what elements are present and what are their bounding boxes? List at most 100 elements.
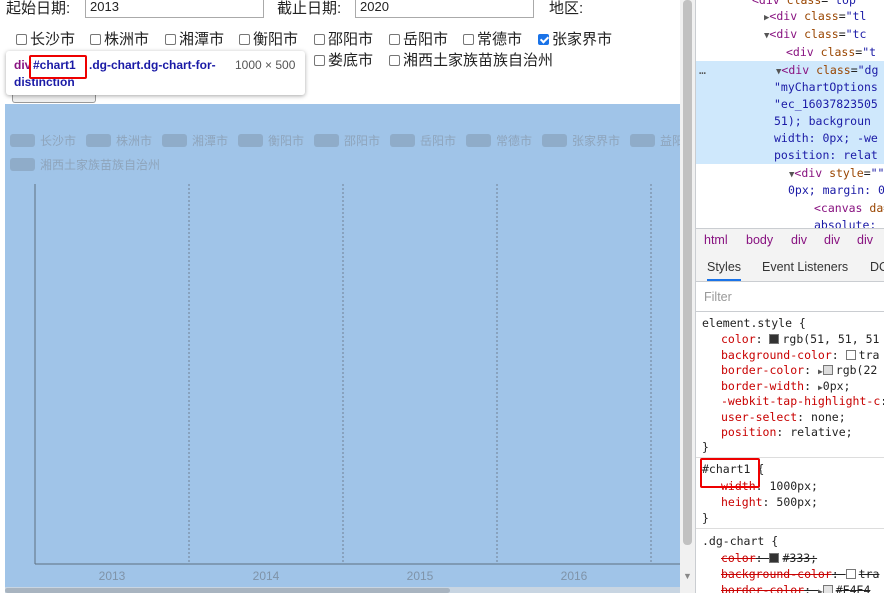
x-tick-label: 2013	[99, 569, 126, 583]
horizontal-scrollbar[interactable]	[5, 587, 680, 593]
checkbox-unchecked-icon[interactable]	[314, 34, 325, 45]
start-date-input[interactable]: 2013	[85, 0, 264, 18]
filter-placeholder: Filter	[704, 290, 732, 304]
region-checkbox-label: 常德市	[477, 31, 523, 48]
color-swatch-icon[interactable]	[822, 585, 833, 593]
page-scrollbar-thumb[interactable]	[683, 0, 692, 545]
style-declaration[interactable]: color: rgb(51, 51, 51	[721, 332, 879, 346]
color-swatch-icon[interactable]	[769, 334, 780, 344]
dom-node-line[interactable]: 0px; margin: 0	[788, 183, 884, 197]
chart-plot: 2013 2014 2015 2016	[34, 184, 680, 583]
color-swatch-icon[interactable]	[845, 349, 856, 360]
region-label: 地区:	[549, 0, 584, 17]
color-swatch-icon[interactable]	[822, 365, 833, 375]
element-style-selector: element.style {	[702, 316, 806, 330]
style-declaration-overridden[interactable]: background-color: tra	[721, 567, 879, 581]
tooltip-dims: 1000 × 500	[235, 58, 296, 72]
region-checkbox-r1-7[interactable]: 张家界市	[538, 28, 612, 49]
region-checkbox-label: 长沙市	[30, 31, 76, 48]
devtools-tabs: Styles Event Listeners DO	[696, 253, 884, 282]
dom-node-line[interactable]: width: 0px; -we	[774, 131, 878, 145]
style-declaration-overridden[interactable]: color: #333;	[721, 551, 817, 565]
region-checkbox-label: 张家界市	[552, 31, 613, 48]
checkbox-unchecked-icon[interactable]	[16, 34, 27, 45]
region-checkbox-r2-1[interactable]: 湘西土家族苗族自治州	[389, 49, 553, 70]
dom-node-line[interactable]: ▼<div class="tc	[764, 27, 866, 41]
region-checkbox-r1-6[interactable]: 常德市	[463, 28, 522, 49]
region-checkbox-r1-1[interactable]: 株洲市	[90, 28, 149, 49]
checkbox-unchecked-icon[interactable]	[239, 34, 250, 45]
style-declaration[interactable]: border-color: ▶ rgb(22	[721, 363, 877, 377]
checkbox-unchecked-icon[interactable]	[314, 55, 325, 66]
tooltip-classes: .dg-chart.dg-chart-for-	[89, 58, 216, 72]
devtools-panel: <div class="top ▶<div class="tl ▼<div clas…	[695, 0, 884, 593]
breadcrumb: html body div div div	[696, 228, 884, 254]
tab-styles[interactable]: Styles	[707, 260, 742, 281]
region-checkbox-label: 邵阳市	[328, 31, 374, 48]
dom-node-line[interactable]: <div class="t	[786, 45, 876, 59]
region-checkbox-label: 娄底市	[328, 52, 374, 69]
web-page: 起始日期: 2013 截止日期: 2020 地区: 长沙市 株洲市 湘潭市 衡阳市 邵阳…	[0, 0, 680, 593]
region-checkbox-r1-3[interactable]: 衡阳市	[239, 28, 298, 49]
dom-node-line[interactable]: ▼<div style=""	[789, 166, 884, 180]
breadcrumb-div-3[interactable]: div	[857, 233, 873, 247]
region-checkbox-label: 岳阳市	[403, 31, 449, 48]
dom-node-line[interactable]: "ec_16037823505	[774, 97, 878, 111]
end-date-label: 截止日期:	[277, 0, 342, 17]
rule-divider	[696, 528, 884, 529]
rule-close-brace: }	[702, 440, 709, 454]
style-declaration[interactable]: height: 500px;	[721, 495, 818, 509]
horizontal-scrollbar-thumb[interactable]	[5, 588, 450, 593]
checkbox-unchecked-icon[interactable]	[165, 34, 176, 45]
dom-node-line[interactable]: ▶<div class="tl	[764, 9, 866, 23]
annotation-box-chart1-rule	[700, 458, 760, 488]
checkbox-unchecked-icon[interactable]	[463, 34, 474, 45]
region-checkbox-label: 衡阳市	[253, 31, 299, 48]
region-checkbox-label: 湘西土家族苗族自治州	[403, 52, 554, 69]
page-vertical-scrollbar[interactable]: ▼	[680, 0, 695, 593]
style-declaration-overridden[interactable]: border-color: ▶ #E4E4	[721, 583, 870, 593]
rule-close-brace: }	[702, 511, 709, 525]
breadcrumb-div-1[interactable]: div	[791, 233, 807, 247]
dg-chart-rule-selector: .dg-chart {	[702, 534, 779, 548]
checkbox-unchecked-icon[interactable]	[389, 34, 400, 45]
annotation-box-tooltip	[29, 55, 87, 79]
region-checkbox-r2-0[interactable]: 娄底市	[314, 49, 373, 70]
checkbox-unchecked-icon[interactable]	[389, 55, 400, 66]
dom-node-line[interactable]: <div class="top	[752, 0, 856, 7]
checkbox-checked-icon[interactable]	[538, 34, 549, 45]
region-checkbox-r1-5[interactable]: 岳阳市	[389, 28, 448, 49]
region-checkbox-label: 株洲市	[104, 31, 150, 48]
checkbox-unchecked-icon[interactable]	[90, 34, 101, 45]
dom-node-line[interactable]: "myChartOptions	[774, 80, 878, 94]
style-declaration[interactable]: border-width: ▶0px;	[721, 379, 850, 393]
start-date-label: 起始日期:	[6, 0, 71, 17]
dom-node-line[interactable]: 51); backgroun	[774, 114, 871, 128]
region-checkbox-r1-2[interactable]: 湘潭市	[165, 28, 224, 49]
end-date-input[interactable]: 2020	[355, 0, 534, 18]
dom-node-line[interactable]: position: relat	[774, 148, 878, 162]
style-declaration[interactable]: -webkit-tap-highlight-c:	[721, 394, 884, 408]
more-options-icon[interactable]: …	[699, 63, 706, 77]
color-swatch-icon[interactable]	[769, 553, 780, 563]
chart-highlight: 长沙市 株洲市 湘潭市 衡阳市 邵阳市 岳阳市 常德市 张家界市 益阳 湘西土家族苗族自治州 20…	[5, 104, 680, 593]
x-tick-label: 2016	[561, 569, 588, 583]
region-checkbox-r1-4[interactable]: 邵阳市	[314, 28, 373, 49]
breadcrumb-html[interactable]: html	[704, 233, 728, 247]
x-tick-label: 2015	[407, 569, 434, 583]
style-declaration[interactable]: background-color: tra	[721, 348, 879, 362]
styles-filter-input[interactable]: Filter	[696, 283, 884, 312]
dom-node-line[interactable]: <canvas da="	[814, 201, 884, 215]
region-checkbox-label: 湘潭市	[179, 31, 225, 48]
breadcrumb-div-2[interactable]: div	[824, 233, 840, 247]
dom-node-line[interactable]: ▼<div class="dg	[776, 63, 878, 77]
style-declaration[interactable]: position: relative;	[721, 425, 853, 439]
tab-dom-breakpoints[interactable]: DO	[870, 260, 884, 274]
breadcrumb-body[interactable]: body	[746, 233, 773, 247]
color-swatch-icon[interactable]	[845, 569, 856, 579]
style-declaration[interactable]: user-select: none;	[721, 410, 846, 424]
tab-event-listeners[interactable]: Event Listeners	[762, 260, 848, 274]
region-checkbox-r1-0[interactable]: 长沙市	[16, 28, 75, 49]
x-tick-label: 2014	[253, 569, 280, 583]
scroll-down-icon[interactable]: ▼	[683, 571, 692, 581]
